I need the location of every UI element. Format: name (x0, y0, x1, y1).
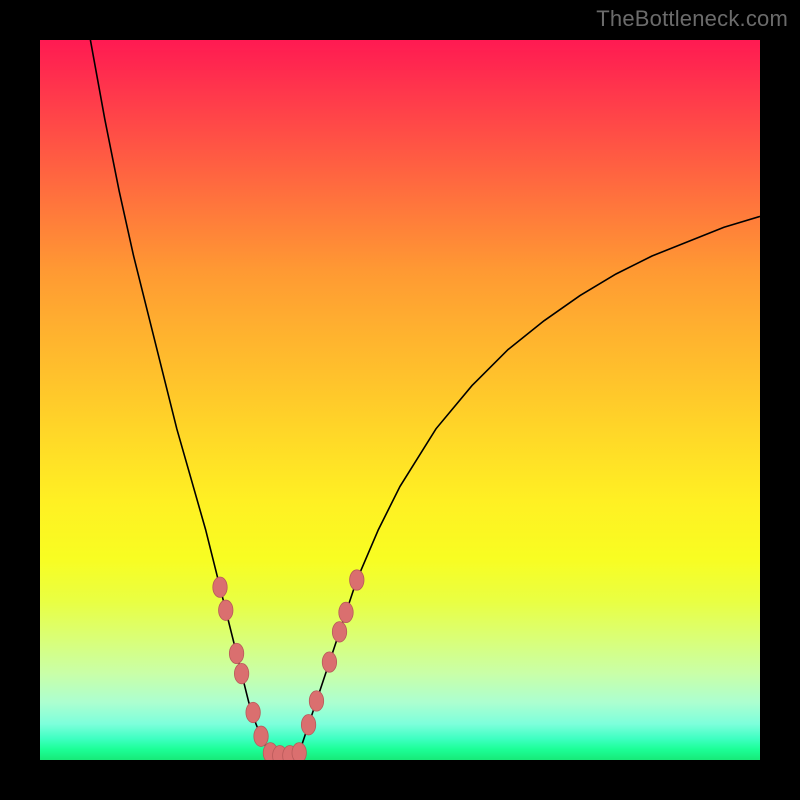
bead-point (254, 726, 268, 746)
left-curve (90, 40, 270, 753)
bead-point (301, 715, 315, 735)
chart-frame: TheBottleneck.com (0, 0, 800, 800)
bead-point (322, 652, 336, 672)
bead-point (309, 691, 323, 711)
plot-area (40, 40, 760, 760)
bead-point (219, 600, 233, 620)
bead-point (246, 702, 260, 722)
bead-point (292, 743, 306, 760)
watermark-text: TheBottleneck.com (596, 6, 788, 32)
bead-point (332, 622, 346, 642)
bead-point (350, 570, 364, 590)
bead-point (339, 602, 353, 622)
curve-layer (40, 40, 760, 760)
bead-point (213, 577, 227, 597)
bead-group (213, 570, 364, 760)
right-curve (299, 216, 760, 752)
bead-point (234, 663, 248, 683)
bead-point (229, 643, 243, 663)
